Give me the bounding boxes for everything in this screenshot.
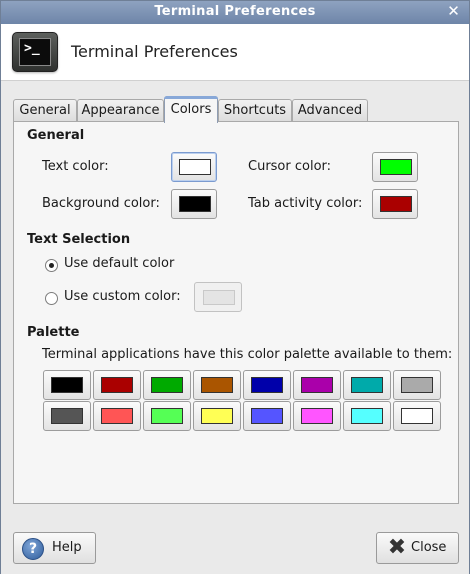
use-default-color-radio[interactable] (45, 259, 58, 272)
use-custom-color-label[interactable]: Use custom color: (64, 289, 181, 304)
cursor-color-label: Cursor color: (248, 159, 332, 174)
palette-color-button[interactable] (143, 370, 191, 400)
general-heading: General (27, 128, 85, 143)
palette-color-swatch (251, 408, 283, 424)
colors-panel: General Text color: Cursor color: Backgr… (13, 121, 459, 504)
palette-color-button[interactable] (193, 370, 241, 400)
background-color-label: Background color: (42, 196, 160, 211)
window-title: Terminal Preferences (154, 4, 316, 19)
custom-selection-color-button (194, 282, 242, 312)
palette-color-swatch (51, 377, 83, 393)
palette-color-swatch (351, 377, 383, 393)
close-button-label: Close (411, 540, 447, 555)
background-color-button[interactable] (171, 189, 217, 219)
terminal-app-icon: >_ (12, 32, 58, 72)
palette-color-swatch (51, 408, 83, 424)
close-button[interactable]: ✖ Close (376, 532, 459, 564)
palette-color-button[interactable] (393, 370, 441, 400)
palette-color-swatch (151, 408, 183, 424)
text-color-swatch (179, 159, 211, 175)
palette-color-swatch (201, 377, 233, 393)
palette-color-button[interactable] (293, 401, 341, 431)
dialog-body: General Appearance Colors Shortcuts Adva… (1, 80, 469, 574)
palette-color-button[interactable] (343, 370, 391, 400)
tab-shortcuts[interactable]: Shortcuts (218, 99, 292, 122)
cursor-color-button[interactable] (372, 152, 418, 182)
header-title: Terminal Preferences (71, 42, 238, 61)
text-selection-heading: Text Selection (27, 232, 131, 247)
palette-color-button[interactable] (243, 370, 291, 400)
use-default-color-label[interactable]: Use default color (64, 256, 174, 271)
tab-general[interactable]: General (13, 99, 77, 122)
palette-color-button[interactable] (93, 401, 141, 431)
palette-color-button[interactable] (43, 370, 91, 400)
background-color-swatch (179, 196, 211, 212)
palette-color-swatch (401, 377, 433, 393)
palette-color-swatch (401, 408, 433, 424)
palette-color-swatch (151, 377, 183, 393)
help-button-label: Help (52, 540, 82, 555)
palette-color-swatch (351, 408, 383, 424)
close-icon: ✖ (387, 535, 407, 560)
palette-color-swatch (201, 408, 233, 424)
text-color-label: Text color: (42, 159, 109, 174)
title-bar[interactable]: Terminal Preferences ✕ (1, 1, 469, 24)
preferences-window: Terminal Preferences ✕ >_ Terminal Prefe… (0, 0, 470, 574)
tab-advanced[interactable]: Advanced (292, 99, 368, 122)
palette-color-swatch (101, 408, 133, 424)
palette-color-button[interactable] (243, 401, 291, 431)
cursor-color-swatch (380, 159, 412, 175)
tab-activity-color-swatch (380, 196, 412, 212)
palette-color-button[interactable] (93, 370, 141, 400)
palette-description: Terminal applications have this color pa… (42, 347, 453, 362)
palette-color-swatch (251, 377, 283, 393)
terminal-prompt: >_ (24, 41, 40, 56)
tab-activity-color-button[interactable] (372, 189, 418, 219)
palette-color-button[interactable] (43, 401, 91, 431)
window-close-icon[interactable]: ✕ (446, 4, 461, 19)
palette-color-button[interactable] (193, 401, 241, 431)
tab-appearance[interactable]: Appearance (77, 99, 164, 122)
palette-color-swatch (301, 408, 333, 424)
tab-colors[interactable]: Colors (164, 96, 218, 123)
text-color-button[interactable] (171, 152, 217, 182)
palette-color-button[interactable] (293, 370, 341, 400)
palette-color-button[interactable] (393, 401, 441, 431)
help-icon: ? (22, 538, 44, 560)
custom-selection-color-swatch (203, 290, 235, 305)
dialog-header: >_ Terminal Preferences (1, 24, 469, 80)
use-custom-color-radio[interactable] (45, 292, 58, 305)
palette-heading: Palette (27, 325, 80, 340)
palette-color-swatch (301, 377, 333, 393)
palette-color-swatch (101, 377, 133, 393)
radio-selected-dot (49, 263, 54, 268)
palette-color-button[interactable] (143, 401, 191, 431)
tab-activity-color-label: Tab activity color: (248, 196, 363, 211)
palette-color-button[interactable] (343, 401, 391, 431)
help-button[interactable]: ? Help (13, 532, 96, 564)
